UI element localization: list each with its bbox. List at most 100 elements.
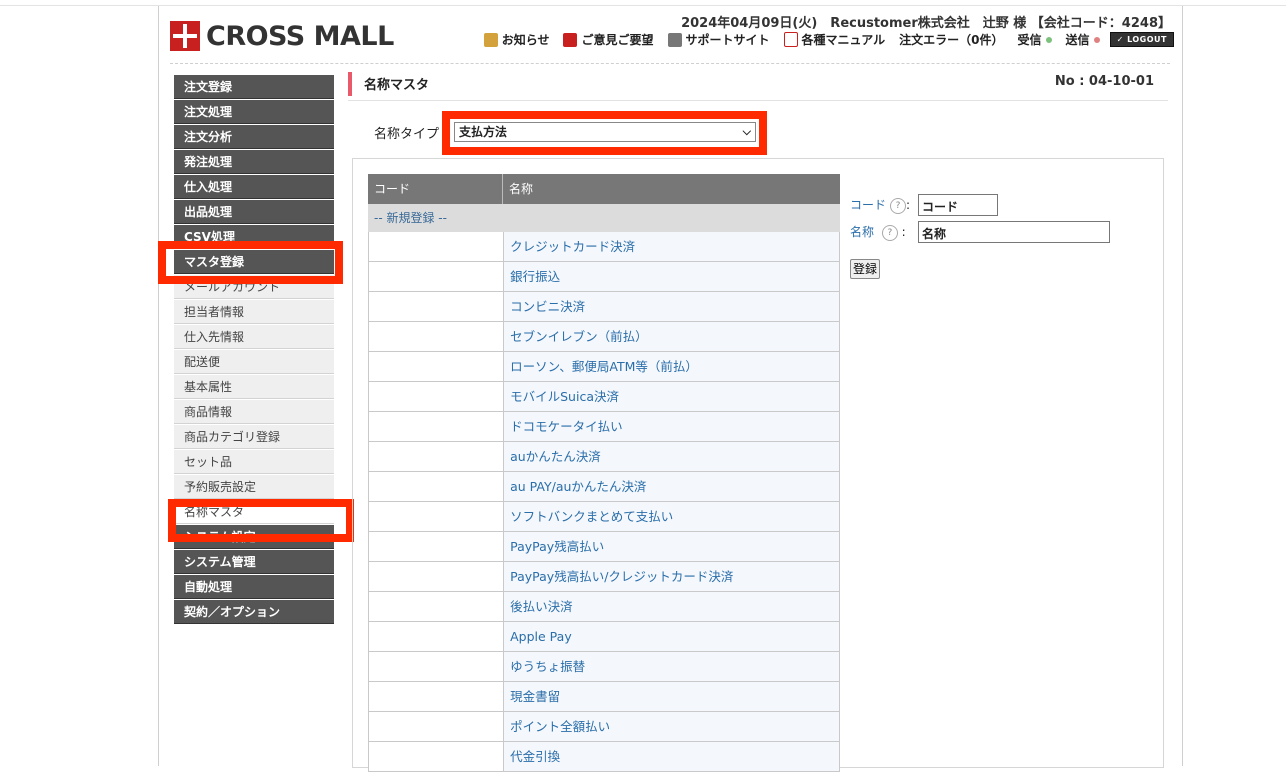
sidebar-item-contract[interactable]: 契約／オプション [174, 600, 334, 624]
name-table: コード 名称 -- 新規登録 -- クレジットカード決済 銀行振込 コンビニ決済 セブ… [368, 174, 840, 772]
table-row: ポイント全額払い [368, 712, 840, 742]
sidebar-item-staff[interactable]: 担当者情報 [174, 300, 334, 324]
bell-icon [483, 32, 498, 47]
sidebar-item-order-analysis[interactable]: 注文分析 [174, 125, 334, 149]
row-name-link[interactable]: 現金書留 [504, 682, 839, 711]
header-code: コード [368, 174, 503, 204]
sidebar-item-category[interactable]: 商品カテゴリ登録 [174, 425, 334, 449]
nav-support[interactable]: サポートサイト [667, 31, 770, 48]
name-input[interactable]: 名称 [918, 221, 1110, 243]
register-button[interactable]: 登録 [850, 259, 881, 279]
sidebar-item-supplier[interactable]: 仕入先情報 [174, 325, 334, 349]
row-name-link[interactable]: au PAY/auかんたん決済 [504, 472, 839, 501]
sidebar-item-system-admin[interactable]: システム管理 [174, 550, 334, 574]
logo[interactable]: CROSS MALL [170, 20, 394, 52]
send-status[interactable]: 送信 [1066, 31, 1100, 48]
row-code [369, 532, 505, 561]
highlight-master-menu [158, 241, 343, 284]
row-code [369, 412, 505, 441]
sidebar-item-attributes[interactable]: 基本属性 [174, 375, 334, 399]
row-name-link[interactable]: PayPay残高払い [504, 532, 839, 561]
code-label: コード?: [850, 197, 911, 214]
help-icon[interactable]: ? [890, 197, 907, 214]
code-input[interactable]: コード [918, 194, 998, 216]
row-code [369, 472, 505, 501]
row-name-link[interactable]: ローソン、郵便局ATM等（前払） [504, 352, 839, 381]
receive-status[interactable]: 受信 [1018, 31, 1052, 48]
nav-manual[interactable]: 各種マニュアル [783, 31, 885, 48]
pdf-icon [783, 32, 798, 47]
logout-button[interactable]: ✓ LOGOUT [1109, 32, 1174, 47]
name-type-label: 名称タイプ [374, 127, 440, 142]
table-row: Apple Pay [368, 622, 840, 652]
row-name-link[interactable]: auかんたん決済 [504, 442, 839, 471]
help-icon[interactable]: ? [881, 224, 898, 241]
row-code [369, 622, 505, 651]
table-row: au PAY/auかんたん決済 [368, 472, 840, 502]
table-row: ゆうちょ振替 [368, 652, 840, 682]
nav-feedback[interactable]: ご意見ご要望 [563, 31, 654, 48]
row-code [369, 682, 505, 711]
help-icon [667, 32, 682, 47]
page-title-bar: 名称マスタ No : 04-10-01 [348, 72, 1168, 101]
chevron-down-icon: ⌵ [742, 125, 751, 138]
nav-news[interactable]: お知らせ [483, 31, 549, 48]
row-code [369, 292, 505, 321]
table-body: クレジットカード決済 銀行振込 コンビニ決済 セブンイレブン（前払） ローソン、郵便局A… [368, 232, 840, 772]
row-code [369, 592, 505, 621]
row-name-link[interactable]: セブンイレブン（前払） [504, 322, 839, 351]
sidebar-item-stock-in[interactable]: 仕入処理 [174, 175, 334, 199]
row-code [369, 232, 505, 261]
row-code [369, 502, 505, 531]
row-name-link[interactable]: ゆうちょ振替 [504, 652, 839, 681]
logo-text: CROSS MALL [206, 20, 394, 52]
table-row: PayPay残高払い/クレジットカード決済 [368, 562, 840, 592]
row-name-link[interactable]: ポイント全額払い [504, 712, 839, 741]
table-row: auかんたん決済 [368, 442, 840, 472]
sidebar-item-preorder[interactable]: 予約販売設定 [174, 475, 334, 499]
row-name-link[interactable]: PayPay残高払い/クレジットカード決済 [504, 562, 839, 591]
row-code [369, 562, 505, 591]
user-info: 2024年04月09日(火) Recustomer株式会社 辻野 様 【会社コー… [681, 16, 1171, 31]
new-entry-link[interactable]: -- 新規登録 -- [368, 204, 840, 232]
sidebar-item-listing[interactable]: 出品処理 [174, 200, 334, 224]
table-header: コード 名称 [368, 174, 840, 204]
sidebar-item-order-process[interactable]: 注文処理 [174, 100, 334, 124]
sidebar-item-products[interactable]: 商品情報 [174, 400, 334, 424]
row-name-link[interactable]: コンビニ決済 [504, 292, 839, 321]
table-row: コンビニ決済 [368, 292, 840, 322]
row-name-link[interactable]: クレジットカード決済 [504, 232, 839, 261]
row-name-link[interactable]: Apple Pay [504, 622, 839, 651]
table-row: 銀行振込 [368, 262, 840, 292]
row-code [369, 322, 505, 351]
table-row: ローソン、郵便局ATM等（前払） [368, 352, 840, 382]
name-label: 名称 ? : [850, 224, 906, 241]
name-type-select[interactable]: 支払方法 ⌵ [454, 122, 756, 142]
receive-status-dot-icon [1045, 36, 1052, 43]
page-number: No : 04-10-01 [1054, 74, 1154, 89]
row-name-link[interactable]: ソフトバンクまとめて支払い [504, 502, 839, 531]
order-error-link[interactable]: 注文エラー（0件） [899, 31, 1003, 48]
page-title: 名称マスタ [364, 78, 430, 93]
row-code [369, 712, 505, 741]
row-code [369, 382, 505, 411]
row-code [369, 262, 505, 291]
sidebar-item-order-register[interactable]: 注文登録 [174, 75, 334, 99]
row-name-link[interactable]: モバイルSuica決済 [504, 382, 839, 411]
row-name-link[interactable]: 代金引換 [504, 742, 839, 771]
sidebar-item-automation[interactable]: 自動処理 [174, 575, 334, 599]
highlight-name-master [168, 499, 354, 542]
sidebar-item-purchase-order[interactable]: 発注処理 [174, 150, 334, 174]
table-row: ドコモケータイ払い [368, 412, 840, 442]
table-row: ソフトバンクまとめて支払い [368, 502, 840, 532]
header-name: 名称 [509, 182, 534, 196]
table-row: 現金書留 [368, 682, 840, 712]
row-name-link[interactable]: 銀行振込 [504, 262, 839, 291]
row-name-link[interactable]: ドコモケータイ払い [504, 412, 839, 441]
table-row: クレジットカード決済 [368, 232, 840, 262]
sidebar-item-delivery[interactable]: 配送便 [174, 350, 334, 374]
row-name-link[interactable]: 後払い決済 [504, 592, 839, 621]
row-code [369, 442, 505, 471]
sidebar-item-set[interactable]: セット品 [174, 450, 334, 474]
title-accent [348, 72, 352, 96]
